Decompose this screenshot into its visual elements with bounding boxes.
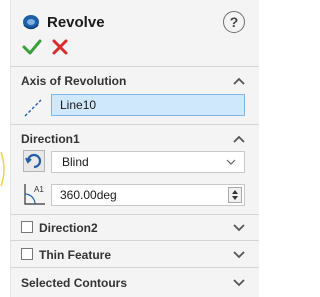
chevron-down-icon[interactable]	[233, 224, 245, 232]
axis-field[interactable]: Line10	[51, 94, 245, 116]
divider	[11, 124, 259, 125]
angle-icon: A1	[21, 182, 47, 206]
divider	[11, 214, 259, 215]
angle-input[interactable]: 360.00deg	[51, 184, 245, 206]
thin-feature-title[interactable]: Thin Feature	[39, 248, 111, 262]
end-condition-value: Blind	[62, 155, 89, 169]
property-manager-panel: Revolve ? Axis of Revolution Line10 Dire…	[10, 0, 259, 297]
help-icon: ?	[229, 14, 239, 30]
chevron-down-icon[interactable]	[233, 251, 245, 259]
direction2-checkbox[interactable]	[21, 221, 33, 233]
help-button[interactable]: ?	[223, 11, 245, 33]
ok-button[interactable]	[22, 38, 42, 56]
direction2-title[interactable]: Direction2	[39, 221, 98, 235]
cancel-button[interactable]	[51, 38, 69, 56]
spin-down-icon[interactable]	[232, 196, 238, 200]
direction1-title[interactable]: Direction1	[21, 132, 80, 146]
chevron-up-icon[interactable]	[233, 77, 245, 85]
page-title: Revolve	[47, 14, 105, 31]
chevron-down-icon	[226, 159, 236, 165]
divider	[11, 66, 259, 67]
selected-contours-title[interactable]: Selected Contours	[21, 276, 127, 290]
edge-highlight	[0, 151, 5, 187]
axis-of-revolution-title[interactable]: Axis of Revolution	[21, 74, 126, 88]
panel-header: Revolve ?	[11, 0, 259, 66]
divider	[11, 240, 259, 241]
chevron-up-icon[interactable]	[233, 135, 245, 143]
angle-icon-graphic: A1	[24, 184, 45, 205]
axis-icon	[24, 99, 42, 117]
spin-up-icon[interactable]	[232, 190, 238, 194]
angle-value: 360.00deg	[60, 188, 117, 202]
reverse-direction-icon[interactable]	[23, 150, 45, 172]
revolve-icon	[23, 15, 39, 30]
divider	[11, 267, 259, 268]
angle-icon-label: A1	[34, 185, 44, 194]
chevron-down-icon[interactable]	[233, 279, 245, 287]
end-condition-select[interactable]: Blind	[51, 151, 245, 173]
angle-spinner[interactable]	[228, 187, 242, 203]
thin-feature-checkbox[interactable]	[21, 248, 33, 260]
